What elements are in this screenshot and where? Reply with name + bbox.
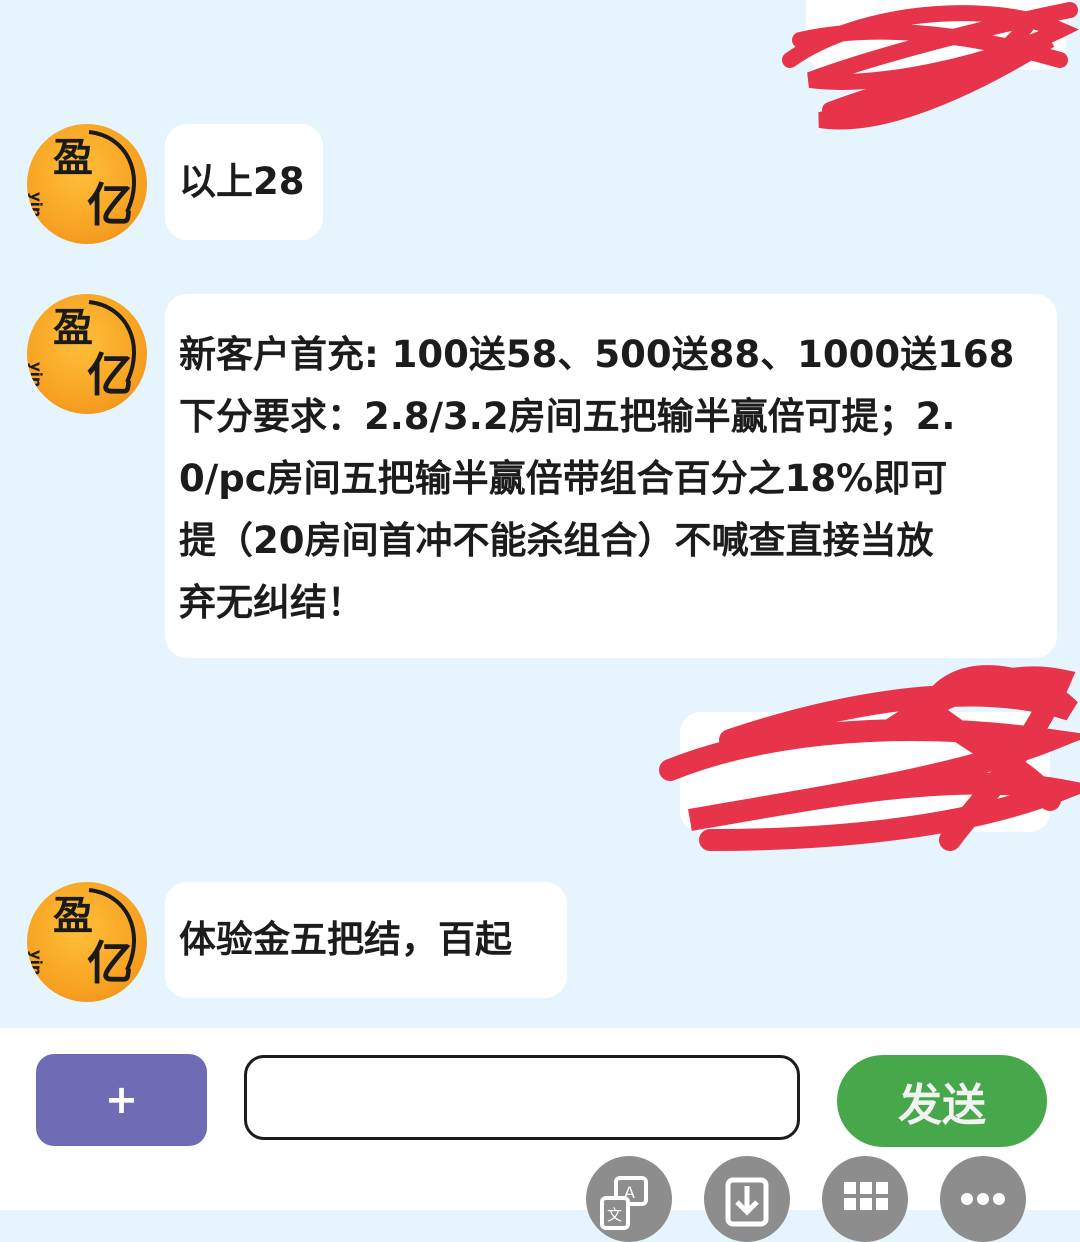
message-input[interactable] [244,1055,800,1140]
plus-button[interactable]: + [36,1054,207,1146]
avatar-brand: yingyi [27,362,45,414]
svg-text:文: 文 [607,1206,622,1224]
avatar-char-ying: 盈 [53,305,93,351]
avatar-brand: yingyi [27,950,45,1002]
avatar-brand: yingyi [27,192,45,244]
avatar-char-ying: 盈 [53,893,93,939]
translate-icon[interactable]: A 文 [586,1156,672,1242]
avatar-char-ying: 盈 [53,135,93,181]
incoming-message-bubble[interactable]: 新客户首充: 100送58、500送88、1000送168 下分要求：2.8/3… [165,294,1057,658]
incoming-message-bubble[interactable]: 以上28 [165,124,323,240]
contact-avatar[interactable]: 盈 亿 yingyi [27,294,147,414]
contact-avatar[interactable]: 盈 亿 yingyi [27,124,147,244]
avatar-char-yi: 亿 [87,936,133,990]
redaction-scribble [659,665,1080,851]
avatar-char-yi: 亿 [87,348,133,402]
input-bar: + 发送 A 文 [0,1028,1080,1242]
more-icon[interactable] [940,1156,1026,1242]
chat-area[interactable]: 盈 亿 yingyi 以上28 盈 亿 yingyi 新客户首充: 100送58… [0,0,1080,1028]
incoming-message-bubble[interactable]: 体验金五把结，百起 [165,882,567,998]
grid-icon[interactable] [822,1156,908,1242]
send-button[interactable]: 发送 [837,1055,1047,1147]
avatar-char-yi: 亿 [87,178,133,232]
redaction-scribble [782,2,1080,130]
download-icon[interactable] [704,1156,790,1242]
contact-avatar[interactable]: 盈 亿 yingyi [27,882,147,1002]
